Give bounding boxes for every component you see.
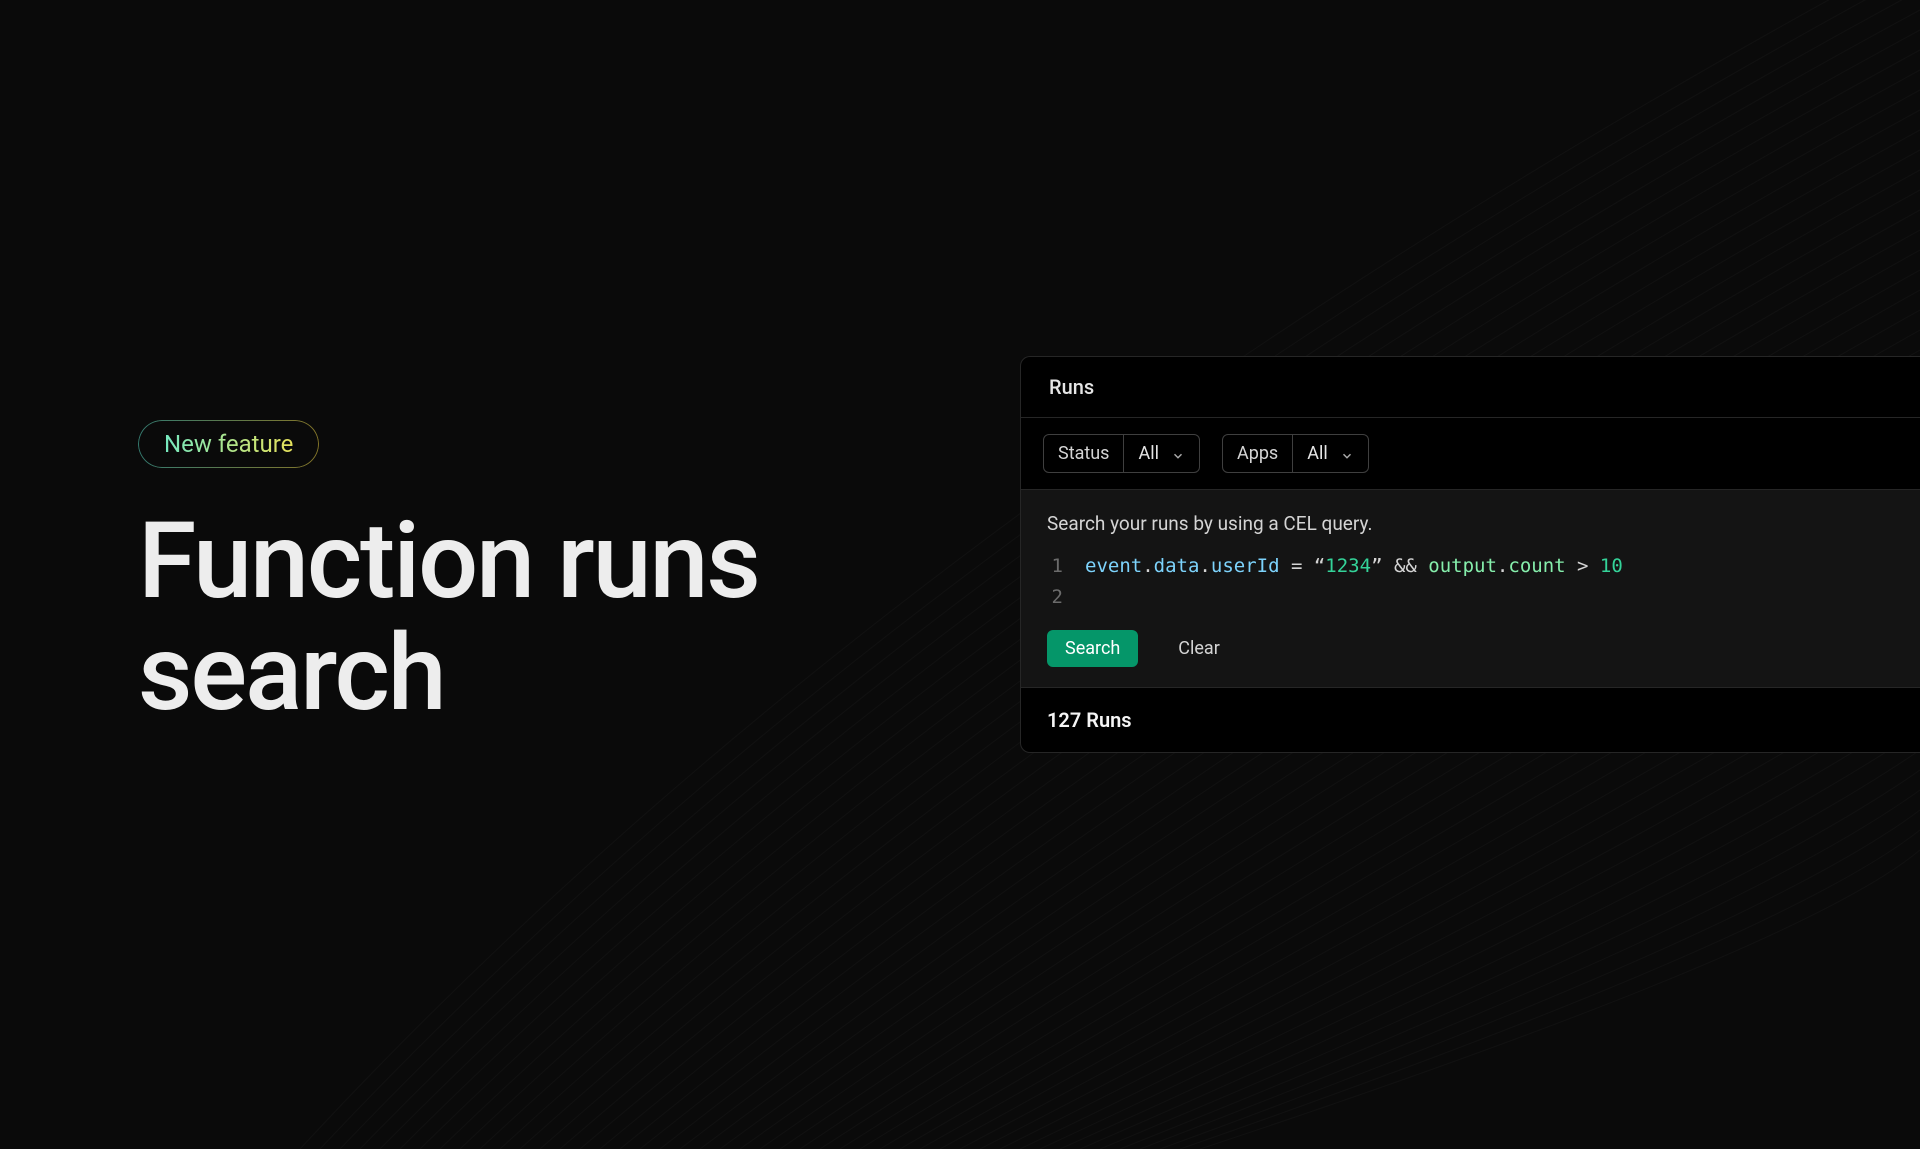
runs-panel: Runs Status All Apps All <box>1020 356 1920 753</box>
new-feature-badge: New feature <box>138 420 319 468</box>
status-filter: Status All <box>1043 434 1200 473</box>
apps-filter: Apps All <box>1222 434 1369 473</box>
search-section: Search your runs by using a CEL query. 1… <box>1021 490 1920 687</box>
apps-filter-label: Apps <box>1223 435 1293 472</box>
search-hint: Search your runs by using a CEL query. <box>1047 512 1894 535</box>
chevron-down-icon <box>1340 447 1354 461</box>
code-line: 1 event.data.userId = “1234” && output.co… <box>1047 551 1894 581</box>
clear-button[interactable]: Clear <box>1160 630 1238 667</box>
search-button[interactable]: Search <box>1047 630 1138 667</box>
code-content: event.data.userId = “1234” && output.cou… <box>1085 551 1623 581</box>
status-filter-label: Status <box>1044 435 1124 472</box>
cel-query-input[interactable]: 1 event.data.userId = “1234” && output.co… <box>1047 551 1894 612</box>
line-number: 1 <box>1047 551 1063 581</box>
line-number: 2 <box>1047 582 1063 612</box>
panel-title: Runs <box>1021 357 1920 418</box>
hero-headline: Function runs search <box>138 506 759 729</box>
results-count: 127 Runs <box>1021 687 1920 752</box>
filter-bar: Status All Apps All <box>1021 418 1920 490</box>
apps-filter-dropdown[interactable]: All <box>1293 435 1368 472</box>
code-line: 2 <box>1047 582 1894 612</box>
status-filter-dropdown[interactable]: All <box>1124 435 1199 472</box>
chevron-down-icon <box>1171 447 1185 461</box>
